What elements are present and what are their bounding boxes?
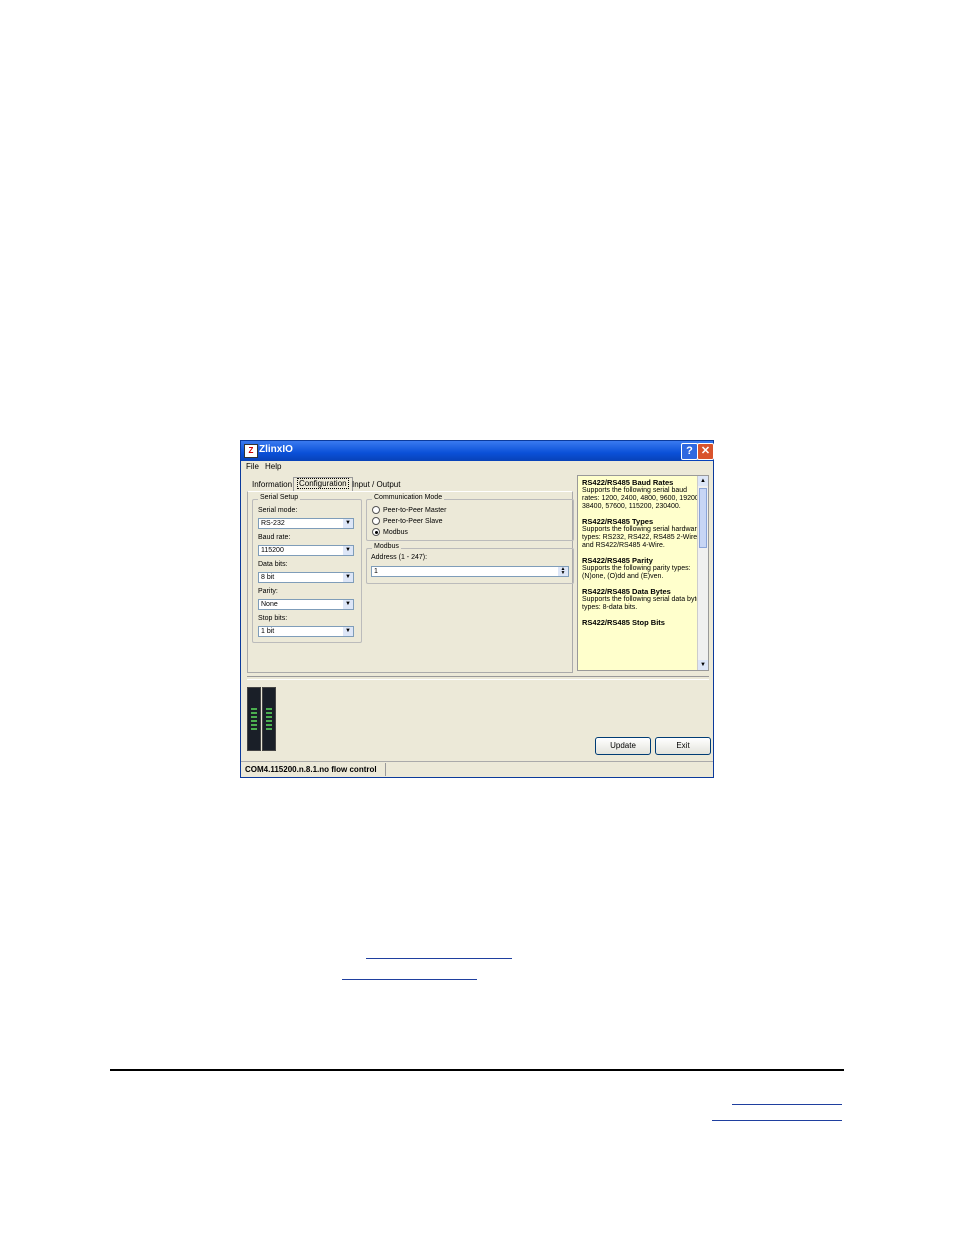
chevron-down-icon: ▼ — [343, 546, 353, 555]
radio-selected-icon — [372, 528, 380, 536]
tab-configuration-label: Configuration — [297, 478, 349, 489]
info-section: RS422/RS485 Types Supports the following … — [582, 517, 704, 550]
modbus-title: Modbus — [372, 543, 401, 550]
radio-peer-slave-label: Peer-to-Peer Slave — [383, 517, 443, 525]
chevron-down-icon: ▼ — [343, 573, 353, 582]
info-text: Supports the following serial baud rates… — [582, 487, 701, 510]
tab-information[interactable]: Information — [249, 479, 295, 491]
stop-bits-select[interactable]: 1 bit ▼ — [258, 626, 354, 637]
address-spinner[interactable]: 1 ▲ ▼ — [371, 566, 569, 577]
zlinxio-window: Z ZlinxIO ? ✕ File Help Information Conf… — [240, 440, 714, 778]
info-heading: RS422/RS485 Types — [582, 517, 654, 526]
info-heading: RS422/RS485 Stop Bits — [582, 618, 665, 627]
info-pane: RS422/RS485 Baud Rates Supports the follo… — [577, 475, 709, 671]
serial-mode-value: RS-232 — [261, 520, 285, 527]
separator — [247, 676, 709, 680]
serial-setup-group: Serial Setup Serial mode: RS-232 ▼ Baud r… — [252, 494, 362, 643]
radio-peer-master[interactable]: Peer-to-Peer Master — [372, 506, 446, 514]
status-divider — [385, 763, 386, 776]
info-section: RS422/RS485 Baud Rates Supports the follo… — [582, 478, 704, 511]
scroll-down-icon[interactable]: ▼ — [698, 660, 708, 670]
chevron-down-icon: ▼ — [343, 600, 353, 609]
address-value: 1 — [374, 568, 378, 575]
status-bar: COM4.115200.n.8.1.no flow control — [241, 761, 713, 778]
data-bits-label: Data bits: — [258, 561, 288, 568]
title-bar[interactable]: Z ZlinxIO ? ✕ — [241, 441, 714, 461]
stop-bits-value: 1 bit — [261, 628, 275, 635]
radio-icon — [372, 506, 380, 514]
chevron-down-icon: ▼ — [343, 519, 353, 528]
address-label: Address (1 - 247): — [371, 554, 428, 561]
parity-select[interactable]: None ▼ — [258, 599, 354, 610]
info-section: RS422/RS485 Stop Bits — [582, 618, 704, 627]
device-leds — [251, 708, 257, 732]
close-button[interactable]: ✕ — [697, 443, 714, 460]
serial-mode-label: Serial mode: — [258, 507, 298, 514]
footer-rule — [110, 1069, 844, 1071]
chevron-down-icon: ▼ — [343, 627, 353, 636]
baud-rate-select[interactable]: 115200 ▼ — [258, 545, 354, 556]
info-heading: RS422/RS485 Parity — [582, 556, 653, 565]
radio-modbus[interactable]: Modbus — [372, 528, 408, 536]
scroll-up-icon[interactable]: ▲ — [698, 476, 708, 486]
info-heading: RS422/RS485 Baud Rates — [582, 478, 674, 487]
update-button[interactable]: Update — [595, 737, 651, 755]
radio-icon — [372, 517, 380, 525]
stop-bits-label: Stop bits: — [258, 615, 288, 622]
hyperlink-underline[interactable] — [712, 1120, 842, 1121]
device-image — [262, 687, 276, 751]
device-image — [247, 687, 261, 751]
status-text: COM4.115200.n.8.1.no flow control — [245, 765, 377, 774]
communication-mode-group: Communication Mode Peer-to-Peer Master P… — [366, 494, 574, 541]
app-icon: Z — [244, 444, 258, 458]
info-text: Supports the following parity types: (N)… — [582, 565, 691, 580]
data-bits-select[interactable]: 8 bit ▼ — [258, 572, 354, 583]
help-button[interactable]: ? — [681, 443, 698, 460]
menu-bar: File Help — [241, 461, 713, 473]
scroll-thumb[interactable] — [699, 488, 707, 548]
hyperlink-underline[interactable] — [732, 1104, 842, 1105]
parity-value: None — [261, 601, 278, 608]
hyperlink-underline[interactable] — [342, 979, 477, 980]
spinner-arrows-icon[interactable]: ▲ ▼ — [558, 567, 568, 576]
window-title: ZlinxIO — [259, 444, 293, 455]
info-heading: RS422/RS485 Data Bytes — [582, 587, 671, 596]
info-text: Supports the following serial hardware t… — [582, 526, 701, 549]
radio-peer-master-label: Peer-to-Peer Master — [383, 506, 447, 514]
radio-modbus-label: Modbus — [383, 528, 408, 536]
data-bits-value: 8 bit — [261, 574, 275, 581]
info-section: RS422/RS485 Parity Supports the following… — [582, 556, 704, 581]
hyperlink-underline[interactable] — [366, 958, 512, 959]
tab-input-output[interactable]: Input / Output — [349, 479, 403, 491]
radio-peer-slave[interactable]: Peer-to-Peer Slave — [372, 517, 443, 525]
info-text: Supports the following serial data bytes… — [582, 596, 704, 611]
baud-rate-label: Baud rate: — [258, 534, 291, 541]
baud-rate-value: 115200 — [261, 547, 284, 554]
exit-button[interactable]: Exit — [655, 737, 711, 755]
info-scrollbar[interactable]: ▲ ▼ — [697, 476, 708, 670]
serial-setup-title: Serial Setup — [258, 494, 301, 501]
info-section: RS422/RS485 Data Bytes Supports the follo… — [582, 587, 704, 612]
modbus-group: Modbus Address (1 - 247): 1 ▲ ▼ — [366, 543, 574, 584]
serial-mode-select[interactable]: RS-232 ▼ — [258, 518, 354, 529]
configuration-panel: Serial Setup Serial mode: RS-232 ▼ Baud r… — [247, 491, 574, 673]
device-leds — [266, 708, 272, 732]
parity-label: Parity: — [258, 588, 278, 595]
menu-file[interactable]: File — [246, 462, 259, 471]
tab-configuration[interactable]: Configuration — [293, 477, 353, 492]
menu-help[interactable]: Help — [265, 462, 281, 471]
communication-mode-title: Communication Mode — [372, 494, 445, 501]
